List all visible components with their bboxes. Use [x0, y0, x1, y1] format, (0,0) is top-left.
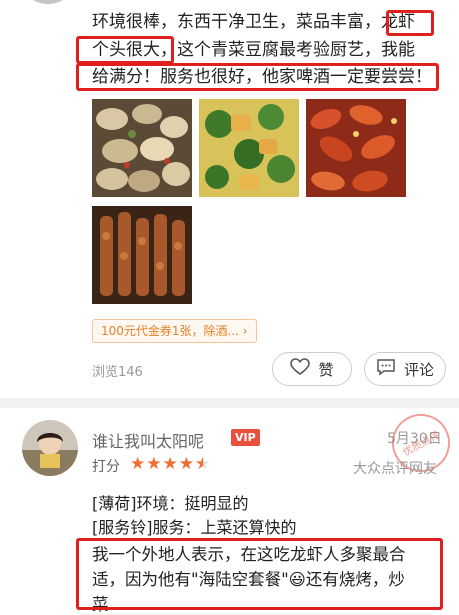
- heart-icon: [290, 358, 311, 380]
- comment-button[interactable]: 评论: [364, 352, 446, 386]
- photo-clams[interactable]: [92, 99, 192, 197]
- vip-badge: VIP: [231, 429, 260, 446]
- review-text-line: 环境很棒，东西干净卫生，菜品丰富，龙虾: [92, 12, 415, 32]
- photo-crayfish[interactable]: [306, 99, 406, 197]
- highlight-box: [76, 538, 443, 610]
- section-divider: [0, 398, 459, 408]
- coupon-tag[interactable]: 100元代金券1张，除酒... ›: [92, 319, 257, 343]
- star-icon: ★: [178, 454, 195, 474]
- score-label: 打分: [92, 459, 120, 475]
- star-icon: ★: [146, 454, 163, 474]
- like-button[interactable]: 赞: [272, 352, 352, 386]
- highlight-box: [76, 36, 174, 64]
- comment-icon: [376, 358, 396, 380]
- view-count: 浏览146: [92, 365, 143, 380]
- star-icon: ★: [130, 454, 147, 474]
- photo-greens-tofu[interactable]: [199, 99, 299, 197]
- photo-skewers[interactable]: [92, 206, 192, 304]
- like-label: 赞: [318, 360, 334, 379]
- highlight-box: [386, 10, 434, 36]
- review-text-line: [服务铃]服务：上菜还算快的: [92, 518, 297, 537]
- avatar[interactable]: [22, 420, 78, 476]
- username[interactable]: 谁让我叫太阳呢: [92, 428, 204, 452]
- star-icon: ★: [162, 454, 179, 474]
- avatar[interactable]: [28, 0, 68, 4]
- highlight-box: [76, 63, 439, 91]
- review-text-line: [薄荷]环境：挺明显的: [92, 494, 249, 513]
- half-star-icon: ★: [195, 454, 212, 474]
- review-source: 大众点评网友: [353, 461, 437, 477]
- star-rating: ★★★★★: [130, 454, 211, 474]
- comment-label: 评论: [403, 360, 434, 379]
